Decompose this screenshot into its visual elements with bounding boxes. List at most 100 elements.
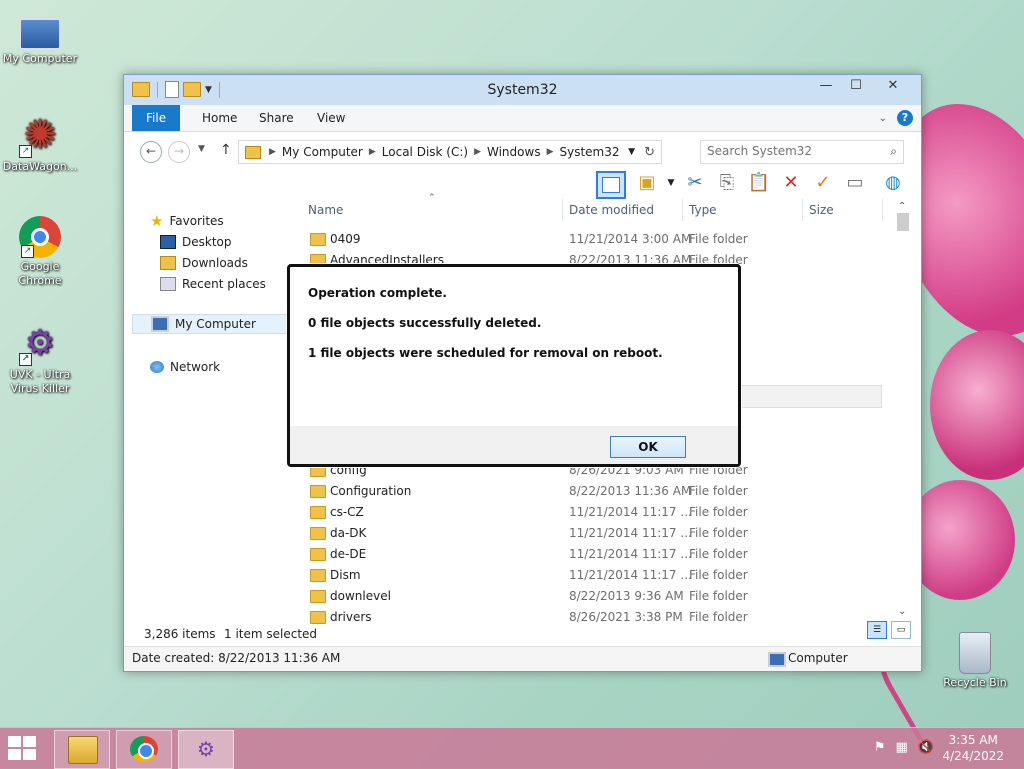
network-globe-icon[interactable]: ◍ [880,171,906,195]
breadcrumb-my-computer[interactable]: My Computer [282,145,363,159]
file-name: de-DE [330,547,367,561]
desktop-icon-label: DataWagon... [2,160,78,173]
breadcrumb-local-disk[interactable]: Local Disk (C:) [382,145,468,159]
tab-share[interactable]: Share [245,105,308,131]
ok-button[interactable]: OK [610,436,686,458]
chevron-right-icon[interactable]: ▶ [474,147,481,157]
file-type: File folder [689,232,748,246]
expand-ribbon-icon[interactable]: ⌄ [879,113,887,124]
file-date: 8/22/2013 11:36 AM [569,484,692,498]
address-dropdown-icon[interactable]: ▼ [628,147,635,157]
refresh-icon[interactable]: ↻ [644,145,655,160]
delete-icon[interactable]: ✕ [778,171,804,195]
nav-label: My Computer [175,317,256,331]
table-row[interactable]: de-DE 11/21/2014 11:17 ... File folder [302,544,882,565]
desktop-icon-label: My Computer [2,52,78,65]
search-input[interactable] [701,141,883,161]
scrollbar-thumb[interactable] [897,213,909,231]
back-button[interactable]: ← [140,141,162,163]
action-center-flag-icon[interactable]: ⚑ [874,740,886,755]
window-controls: — ☐ ✕ [811,75,915,97]
shortcut-arrow-icon: ↗ [21,245,34,258]
nav-label: Downloads [182,256,248,270]
taskbar-uvk[interactable]: ⚙ [178,730,234,769]
computer-icon [768,652,786,667]
vertical-scrollbar[interactable]: ⌃ ⌄ [896,201,910,617]
message-dialog: Operation complete. 0 file objects succe… [287,264,741,467]
tab-file[interactable]: File [132,105,181,131]
volume-muted-icon[interactable]: 🔇 [918,740,934,755]
forward-button[interactable]: → [168,141,190,163]
column-header-type[interactable]: Type [689,199,717,221]
desktop-icon-datawagon[interactable]: ✺ ↗ DataWagon... [0,112,80,174]
desktop-icon-my-computer[interactable]: My Computer [0,10,80,66]
nav-label: Favorites [169,214,224,228]
copy-icon[interactable]: ⎘ [714,171,740,195]
scroll-up-icon[interactable]: ⌃ [898,201,906,212]
address-bar[interactable]: ▶ My Computer ▶ Local Disk (C:) ▶ Window… [238,140,662,164]
minimize-button[interactable]: — [811,75,841,97]
taskbar-chrome[interactable] [116,730,172,769]
title-bar[interactable]: ▼ System32 — ☐ ✕ [124,75,921,105]
column-header-size[interactable]: Size [809,199,834,221]
up-button[interactable]: ↑ [220,142,232,158]
chevron-right-icon[interactable]: ▶ [547,147,554,157]
desktop-icon-recycle-bin[interactable]: Recycle Bin [935,632,1015,690]
taskbar-explorer[interactable] [54,730,110,769]
properties-icon[interactable]: ▭ [842,171,868,195]
search-box[interactable]: ⌕ [700,140,904,164]
selection-count: 1 item selected [224,627,318,641]
nav-desktop[interactable]: Desktop [160,232,232,252]
tab-view[interactable]: View [303,105,359,131]
folder-icon [310,611,326,624]
table-row[interactable]: Configuration 8/22/2013 11:36 AM File fo… [302,481,882,502]
details-view-icon[interactable]: ☰ [867,621,887,639]
preview-pane-icon[interactable] [596,171,626,199]
nav-favorites[interactable]: ★ Favorites [150,211,224,231]
large-icons-view-icon[interactable]: ▭ [891,621,911,639]
nav-label: Desktop [182,235,232,249]
start-button[interactable] [8,736,38,762]
column-divider[interactable] [682,199,683,221]
chevron-right-icon[interactable]: ▶ [269,147,276,157]
table-row[interactable]: Dism 11/21/2014 11:17 ... File folder [302,565,882,586]
column-divider[interactable] [562,199,563,221]
network-status-icon[interactable]: ▦ [896,740,908,755]
desktop-icon-uvk[interactable]: ⚙ ↗ UVK - Ultra Virus Killer [0,320,80,396]
desktop-icon-chrome[interactable]: ↗ Google Chrome [0,216,80,288]
close-button[interactable]: ✕ [871,75,915,97]
file-name: drivers [330,610,372,624]
status-bar: 3,286 items 1 item selected ☰ ▭ [124,621,921,645]
recent-locations-icon[interactable]: ▼ [198,144,205,154]
command-toolbar: ▣ ▼ ✂ ⎘ 📋 ✕ ✓ ▭ ◍ [124,167,921,199]
details-bar: Date created: 8/22/2013 11:36 AM Compute… [124,646,921,671]
nav-network[interactable]: Network [150,357,220,377]
tab-home[interactable]: Home [188,105,251,131]
table-row[interactable]: 0409 11/21/2014 3:00 AM File folder [302,229,882,250]
column-header-date[interactable]: Date modified [569,199,654,221]
chevron-right-icon[interactable]: ▶ [369,147,376,157]
scroll-down-icon[interactable]: ⌄ [898,606,906,617]
dropdown-icon[interactable]: ▼ [658,171,684,195]
rename-icon[interactable]: ✓ [810,171,836,195]
table-row[interactable]: downlevel 8/22/2013 9:36 AM File folder [302,586,882,607]
table-row[interactable]: da-DK 11/21/2014 11:17 ... File folder [302,523,882,544]
help-icon[interactable]: ? [897,110,913,126]
breadcrumb-windows[interactable]: Windows [487,145,541,159]
nav-my-computer[interactable]: My Computer [132,314,292,334]
clock[interactable]: 3:35 AM 4/24/2022 [942,732,1004,764]
maximize-button[interactable]: ☐ [841,75,871,97]
nav-downloads[interactable]: Downloads [160,253,248,273]
cut-icon[interactable]: ✂ [682,171,708,195]
table-row[interactable]: cs-CZ 11/21/2014 11:17 ... File folder [302,502,882,523]
column-divider[interactable] [882,199,883,221]
folder-options-icon[interactable]: ▣ [634,171,660,195]
column-divider[interactable] [802,199,803,221]
column-header-name[interactable]: Name [308,199,343,221]
search-icon[interactable]: ⌕ [890,144,897,159]
shortcut-arrow-icon: ↗ [19,353,32,366]
datawagon-icon: ✺ ↗ [17,112,63,158]
paste-icon[interactable]: 📋 [746,171,772,195]
nav-recent-places[interactable]: Recent places [160,274,266,294]
breadcrumb-system32[interactable]: System32 [560,145,620,159]
